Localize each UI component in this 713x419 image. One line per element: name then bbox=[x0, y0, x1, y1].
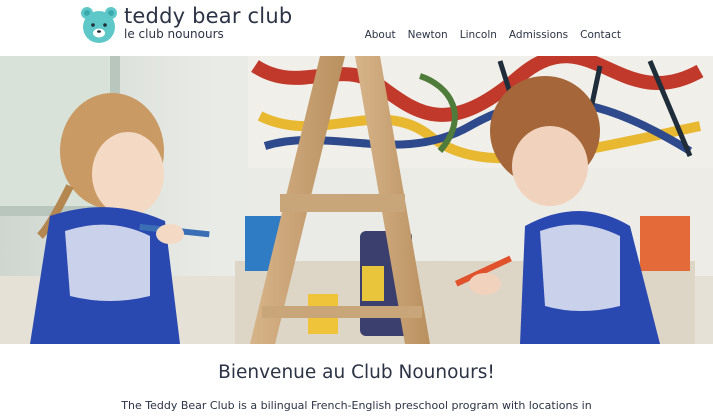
nav-link-contact[interactable]: Contact bbox=[580, 29, 621, 41]
hero-image bbox=[0, 56, 713, 344]
nav-link-about[interactable]: About bbox=[365, 29, 396, 41]
brand-name[interactable]: teddy bear club bbox=[124, 4, 292, 28]
nav-link-newton[interactable]: Newton bbox=[408, 29, 448, 41]
brand-tagline: le club nounours bbox=[124, 27, 224, 41]
teddy-bear-logo-icon[interactable] bbox=[80, 6, 118, 44]
intro-paragraph: The Teddy Bear Club is a bilingual Frenc… bbox=[121, 399, 592, 412]
welcome-heading: Bienvenue au Club Nounours! bbox=[218, 362, 495, 383]
nav-link-admissions[interactable]: Admissions bbox=[509, 29, 568, 41]
main-nav: About Newton Lincoln Admissions Contact bbox=[353, 29, 621, 41]
site-header: teddy bear club le club nounours About N… bbox=[0, 0, 713, 56]
hero-photo-illustration bbox=[0, 56, 713, 344]
nav-link-lincoln[interactable]: Lincoln bbox=[460, 29, 497, 41]
